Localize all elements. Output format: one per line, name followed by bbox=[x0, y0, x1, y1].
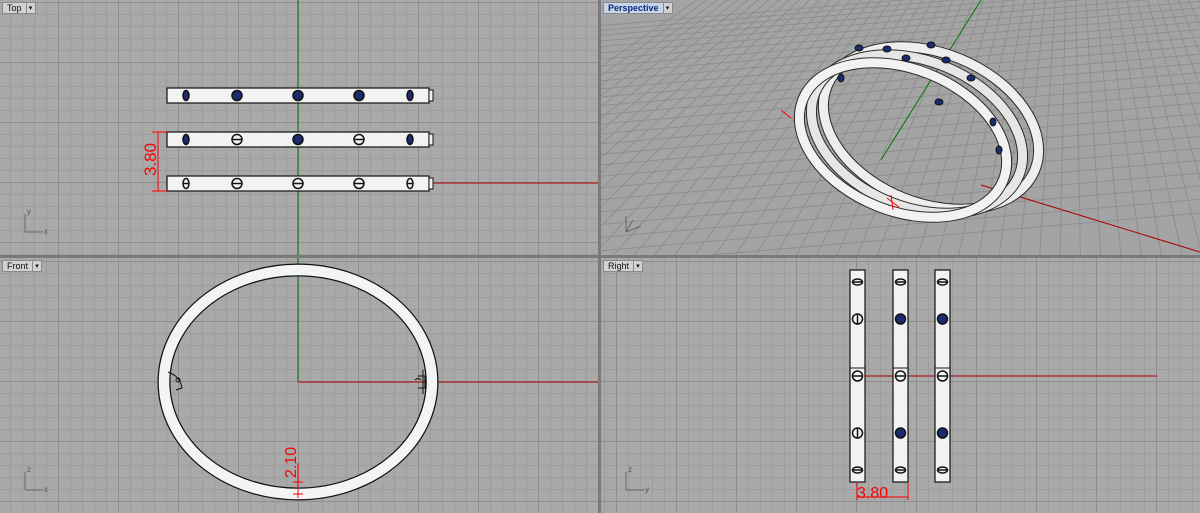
screw-hole bbox=[934, 98, 944, 106]
screw-hole bbox=[182, 89, 190, 102]
cplane-axes-icon bbox=[625, 216, 642, 233]
screw-hole bbox=[901, 54, 911, 62]
viewport-front[interactable]: Front ▾ 2.10 z x bbox=[0, 258, 598, 513]
screw-hole bbox=[995, 145, 1003, 155]
screw-hole bbox=[837, 73, 845, 83]
screw-hole bbox=[406, 133, 414, 146]
screw-hole bbox=[353, 89, 365, 102]
viewport-label[interactable]: Perspective bbox=[603, 2, 663, 14]
screw-hole bbox=[926, 41, 936, 49]
screw-hole bbox=[941, 56, 951, 64]
screw-hole bbox=[182, 133, 190, 146]
cplane-axes-icon bbox=[24, 214, 43, 233]
dimension-label-right: 3.80 bbox=[857, 485, 888, 502]
axis-label-x: x bbox=[44, 485, 48, 494]
axis-label-z: z bbox=[628, 465, 632, 474]
screw-hole bbox=[966, 74, 976, 82]
viewport-tab-front[interactable]: Front ▾ bbox=[2, 260, 43, 272]
front-view-canvas[interactable]: 2.10 z x bbox=[0, 258, 598, 513]
screw-hole bbox=[882, 45, 892, 53]
cplane-axes-icon bbox=[625, 472, 644, 491]
viewport-tab-perspective[interactable]: Perspective ▾ bbox=[603, 2, 673, 14]
axis-label-y: y bbox=[645, 485, 649, 494]
viewport-perspective[interactable]: Perspective ▾ bbox=[601, 0, 1200, 255]
screw-hole bbox=[292, 89, 304, 102]
viewport-tab-top[interactable]: Top ▾ bbox=[2, 2, 36, 14]
viewport-label[interactable]: Top bbox=[2, 2, 26, 14]
viewport-tab-right[interactable]: Right ▾ bbox=[603, 260, 644, 272]
dimension-label-front: 2.10 bbox=[283, 447, 300, 478]
perspective-view-canvas[interactable] bbox=[601, 0, 1200, 255]
right-view-canvas[interactable]: 3.80 z y bbox=[601, 258, 1200, 513]
chevron-down-icon[interactable]: ▾ bbox=[32, 260, 43, 272]
axis-label-x: x bbox=[44, 227, 48, 236]
chevron-down-icon[interactable]: ▾ bbox=[25, 2, 36, 14]
screw-hole bbox=[231, 89, 243, 102]
axis-label-y: y bbox=[27, 207, 31, 216]
viewport-top[interactable]: Top ▾ 3.80 y x bbox=[0, 0, 598, 255]
top-view-canvas[interactable]: 3.80 y x bbox=[0, 0, 598, 255]
viewport-right[interactable]: Right ▾ 3.80 z y bbox=[601, 258, 1200, 513]
screw-hole bbox=[292, 133, 304, 146]
screw-hole bbox=[854, 44, 864, 52]
viewport-label[interactable]: Right bbox=[603, 260, 634, 272]
chevron-down-icon[interactable]: ▾ bbox=[662, 2, 673, 14]
dimension-label-top: 3.80 bbox=[141, 143, 160, 176]
chevron-down-icon[interactable]: ▾ bbox=[633, 260, 644, 272]
screw-hole bbox=[406, 89, 414, 102]
viewport-label[interactable]: Front bbox=[2, 260, 33, 272]
axis-label-z: z bbox=[27, 465, 31, 474]
cplane-axes-icon bbox=[24, 472, 43, 491]
screw-hole bbox=[989, 117, 997, 127]
